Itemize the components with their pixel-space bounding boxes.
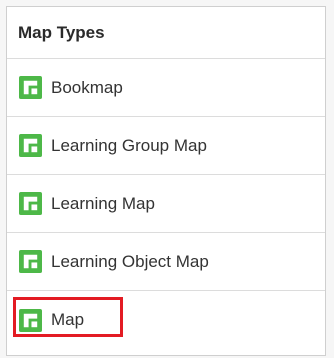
list-item-label: Learning Object Map (51, 251, 209, 271)
map-icon (19, 76, 42, 99)
map-icon (19, 134, 42, 157)
list-item-label: Learning Group Map (51, 135, 207, 155)
list-item-label: Learning Map (51, 193, 155, 213)
panel-title: Map Types (18, 22, 105, 42)
list-item-map[interactable]: Map (7, 291, 325, 349)
list-item-learning-map[interactable]: Learning Map (7, 175, 325, 233)
map-icon (19, 308, 42, 332)
map-types-panel: Map Types Bookmap Learning Group Map Lea… (6, 6, 326, 356)
list-item-label: Bookmap (51, 77, 123, 97)
map-icon (19, 192, 42, 215)
map-icon (19, 250, 42, 273)
map-types-list: Bookmap Learning Group Map Learning Map … (7, 59, 325, 349)
list-item-learning-group-map[interactable]: Learning Group Map (7, 117, 325, 175)
list-item-label: Map (51, 310, 85, 329)
list-item-bookmap[interactable]: Bookmap (7, 59, 325, 117)
list-item-learning-object-map[interactable]: Learning Object Map (7, 233, 325, 291)
panel-header: Map Types (7, 7, 325, 59)
